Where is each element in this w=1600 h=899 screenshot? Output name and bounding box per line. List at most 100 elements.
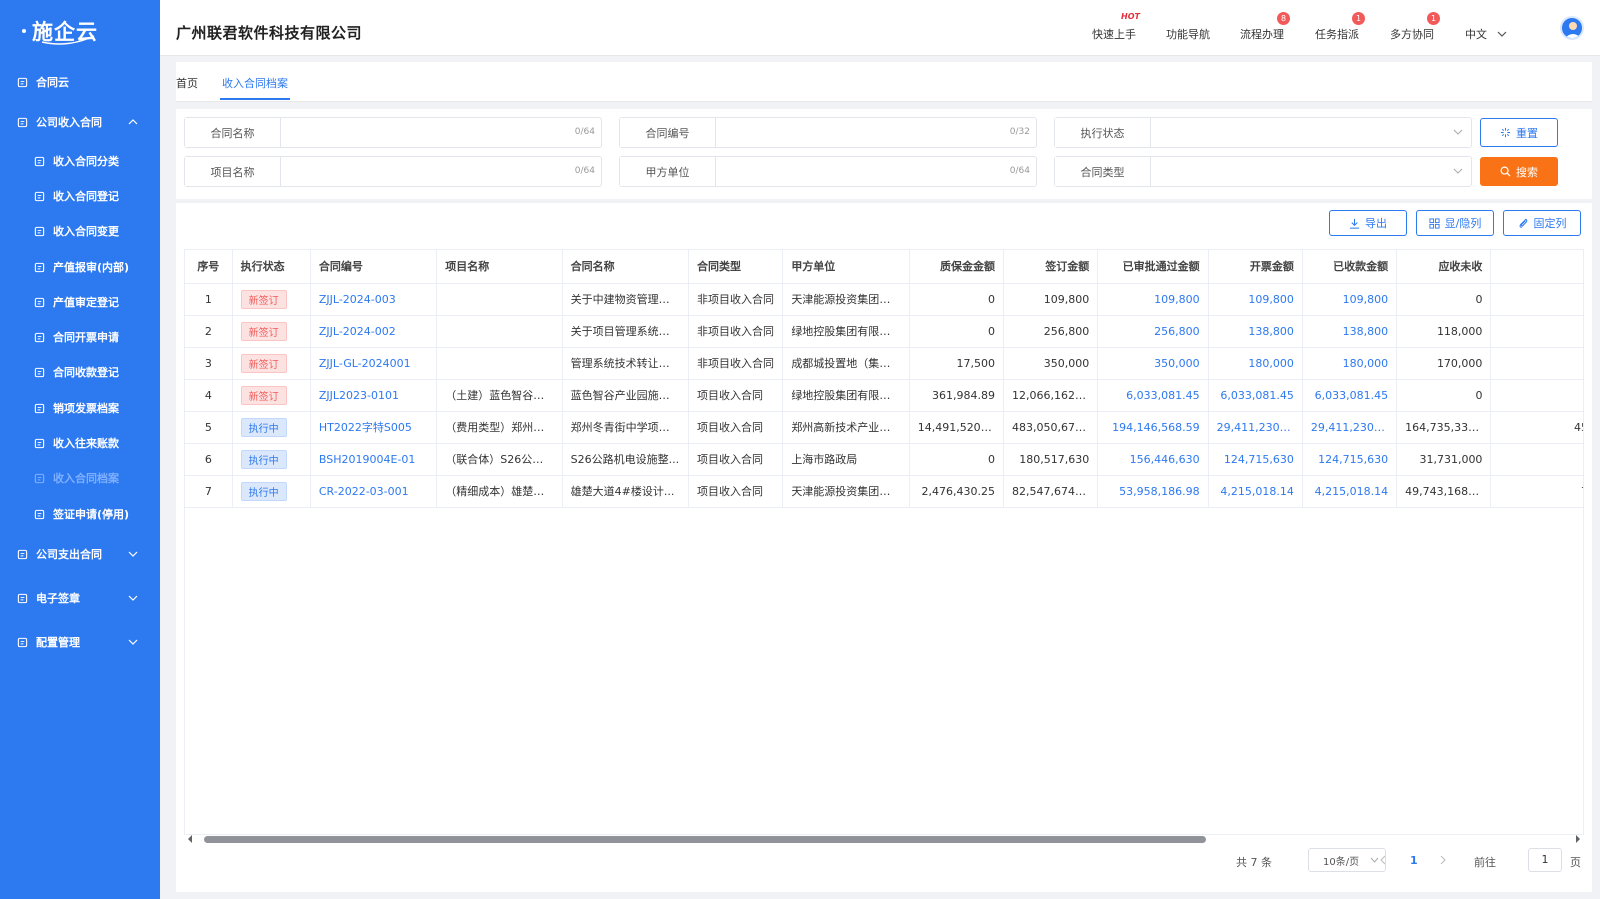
avatar[interactable] [1560, 16, 1584, 40]
cell-approved[interactable]: 156,446,630 [1097, 443, 1209, 476]
reset-button[interactable]: 重置 [1480, 118, 1558, 147]
sidebar-item-8[interactable]: 合同收款登记 [0, 358, 160, 386]
column-header[interactable]: 开票金额 [1208, 250, 1303, 284]
function-nav-link[interactable]: 功能导航 [1166, 26, 1210, 42]
sidebar-item-7[interactable]: 合同开票申请 [0, 323, 160, 351]
cell-code[interactable]: BSH2019004E-01 [310, 443, 438, 476]
column-header[interactable]: 合同类型 [688, 250, 784, 284]
cell-received[interactable]: 109,800 [1302, 283, 1398, 316]
sidebar-item-14[interactable]: 电子签章 [0, 584, 160, 612]
export-button[interactable]: 导出 [1329, 210, 1407, 236]
contract-name-input[interactable]: 0/64 [281, 118, 601, 147]
tab-income-contract-archive[interactable]: 收入合同档案 [220, 75, 290, 100]
cell-approved[interactable]: 350,000 [1097, 347, 1209, 380]
fix-columns-button[interactable]: 固定列 [1503, 210, 1581, 236]
cell-code[interactable]: ZJJL2023-0101 [310, 379, 438, 412]
column-header[interactable]: 应收未收 [1396, 250, 1492, 284]
column-header[interactable]: 质保金金额 [909, 250, 1004, 284]
contract-no-input[interactable]: 0/32 [716, 118, 1036, 147]
sidebar-item-4[interactable]: 收入合同变更 [0, 217, 160, 245]
sidebar-item-6[interactable]: 产值审定登记 [0, 288, 160, 316]
cell-approved[interactable]: 256,800 [1097, 315, 1209, 348]
column-header[interactable]: 签订金额 [1003, 250, 1099, 284]
cell-approved[interactable]: 6,033,081.45 [1097, 379, 1209, 412]
cell-received[interactable]: 138,800 [1302, 315, 1398, 348]
column-header[interactable]: 执行状态 [232, 250, 311, 284]
cell-invoiced[interactable]: 180,000 [1208, 347, 1303, 380]
cell-approved[interactable]: 53,958,186.98 [1097, 475, 1209, 508]
cell-received[interactable]: 29,411,230.09 [1302, 411, 1398, 444]
cell-received[interactable]: 124,715,630 [1302, 443, 1398, 476]
scroll-right-icon[interactable] [1574, 834, 1582, 844]
toggle-columns-button[interactable]: 显/隐列 [1416, 210, 1494, 236]
cell-invoiced[interactable]: 124,715,630 [1208, 443, 1303, 476]
cell-invoiced[interactable]: 109,800 [1208, 283, 1303, 316]
language-select[interactable]: 中文 [1465, 26, 1507, 42]
sidebar-item-2[interactable]: 收入合同分类 [0, 147, 160, 175]
column-header[interactable]: 合同未 [1490, 250, 1583, 284]
table-row[interactable]: 1 新签订 ZJJL-2024-003 关于中建物资管理系... 非项目收入合同 天津能源… [185, 283, 1583, 316]
prev-page-icon[interactable] [1379, 855, 1387, 865]
column-header[interactable]: 项目名称 [436, 250, 563, 284]
party-a-field[interactable]: 甲方单位 0/64 [619, 156, 1037, 187]
contract-no-field[interactable]: 合同编号 0/32 [619, 117, 1037, 148]
current-page[interactable]: 1 [1410, 854, 1418, 867]
cell-received[interactable]: 4,215,018.14 [1302, 475, 1398, 508]
horizontal-scrollbar[interactable] [184, 833, 1584, 845]
column-header[interactable]: 已审批通过金额 [1097, 250, 1209, 284]
task-link[interactable]: 任务指派 1 [1315, 12, 1365, 42]
collab-link[interactable]: 多方协同 1 [1390, 12, 1440, 42]
table-row[interactable]: 2 新签订 ZJJL-2024-002 关于项目管理系统专... 非项目收入合同 绿地控股… [185, 315, 1583, 348]
cell-invoiced[interactable]: 4,215,018.14 [1208, 475, 1303, 508]
sidebar-item-12[interactable]: 签证申请(停用) [0, 500, 160, 528]
project-name-input[interactable]: 0/64 [281, 157, 601, 186]
table-row[interactable]: 7 执行中 CR-2022-03-001 （精细成本）雄楚大... 雄楚大道4#楼设计.… [185, 475, 1583, 508]
table-row[interactable]: 3 新签订 ZJJL-GL-2024001 管理系统技术转让费... 非项目收入合同 成都… [185, 347, 1583, 380]
column-header[interactable]: 已收款金额 [1302, 250, 1398, 284]
scroll-left-icon[interactable] [186, 834, 194, 844]
sidebar-item-3[interactable]: 收入合同登记 [0, 182, 160, 210]
cell-code[interactable]: ZJJL-2024-002 [310, 315, 438, 348]
cell-received[interactable]: 180,000 [1302, 347, 1398, 380]
cell-approved[interactable]: 109,800 [1097, 283, 1209, 316]
page-size-select[interactable]: 10条/页 [1308, 848, 1386, 872]
cell-invoiced[interactable]: 6,033,081.45 [1208, 379, 1303, 412]
column-header[interactable]: 合同编号 [310, 250, 438, 284]
cell-invoiced[interactable]: 138,800 [1208, 315, 1303, 348]
contract-name-field[interactable]: 合同名称 0/64 [184, 117, 602, 148]
scroll-thumb[interactable] [204, 836, 1206, 843]
goto-page-input[interactable]: 1 [1528, 848, 1562, 872]
table-row[interactable]: 5 执行中 HT2022字特S005 （费用类型）郑州冬... 郑州冬青街中学项目...… [185, 411, 1583, 444]
column-header[interactable]: 序号 [185, 250, 233, 284]
cell-code[interactable]: HT2022字特S005 [310, 411, 438, 444]
cell-code[interactable]: CR-2022-03-001 [310, 475, 438, 508]
column-header[interactable]: 甲方单位 [782, 250, 910, 284]
cell-approved[interactable]: 194,146,568.59 [1097, 411, 1209, 444]
cell-invoiced[interactable]: 29,411,230.09 [1208, 411, 1303, 444]
sidebar-item-1[interactable]: 公司收入合同 [0, 108, 160, 136]
search-button[interactable]: 搜索 [1480, 157, 1558, 186]
cell-received[interactable]: 6,033,081.45 [1302, 379, 1398, 412]
sidebar-item-5[interactable]: 产值报审(内部) [0, 253, 160, 281]
sidebar-item-10[interactable]: 收入往来账款 [0, 429, 160, 457]
project-name-field[interactable]: 项目名称 0/64 [184, 156, 602, 187]
party-a-input[interactable]: 0/64 [716, 157, 1036, 186]
exec-status-value[interactable] [1151, 118, 1471, 147]
cell-code[interactable]: ZJJL-2024-003 [310, 283, 438, 316]
next-page-icon[interactable] [1439, 855, 1447, 865]
table-row[interactable]: 4 新签订 ZJJL2023-0101 （土建）蓝色智谷产... 蓝色智谷产业园施工..… [185, 379, 1583, 412]
process-link[interactable]: 流程办理 8 [1240, 12, 1290, 42]
exec-status-select[interactable]: 执行状态 [1054, 117, 1472, 148]
sidebar-item-9[interactable]: 销项发票档案 [0, 394, 160, 422]
sidebar-item-13[interactable]: 公司支出合同 [0, 540, 160, 568]
contract-type-value[interactable] [1151, 157, 1471, 186]
cell-code[interactable]: ZJJL-GL-2024001 [310, 347, 438, 380]
tab-home[interactable]: 首页 [176, 75, 198, 91]
quick-start-link[interactable]: 快速上手 HOT [1092, 12, 1140, 42]
column-header[interactable]: 合同名称 [562, 250, 690, 284]
sidebar-item-0[interactable]: 合同云 [0, 68, 160, 96]
sidebar-item-11[interactable]: 收入合同档案 [0, 464, 160, 492]
contract-type-select[interactable]: 合同类型 [1054, 156, 1472, 187]
table-row[interactable]: 6 执行中 BSH2019004E-01 （联合体）S26公路... S26公路机电设施… [185, 443, 1583, 476]
sidebar-item-15[interactable]: 配置管理 [0, 628, 160, 656]
